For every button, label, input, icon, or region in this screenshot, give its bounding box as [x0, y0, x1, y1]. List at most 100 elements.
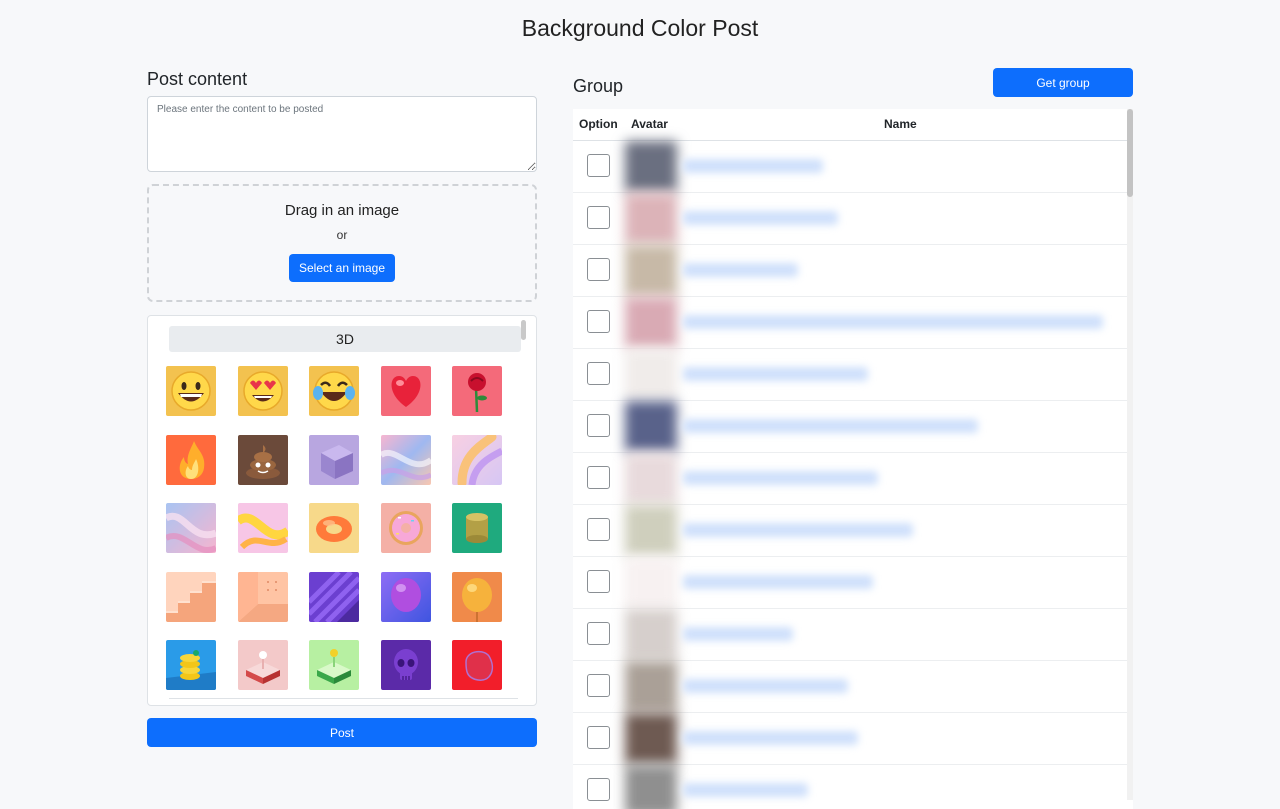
pastel-swirl-icon[interactable] [380, 434, 431, 485]
table-row [573, 505, 1133, 557]
post-content-input[interactable] [147, 96, 537, 172]
table-row [573, 557, 1133, 609]
avatar [625, 713, 677, 764]
post-content-heading: Post content [147, 69, 248, 89]
image-dropzone[interactable]: Drag in an image or Select an image [147, 184, 537, 302]
pink-platform-icon[interactable] [237, 640, 288, 690]
row-checkbox[interactable] [587, 518, 610, 541]
orange-torus-icon[interactable] [309, 503, 359, 553]
row-checkbox[interactable] [587, 570, 610, 593]
background-grid [166, 366, 506, 690]
table-row [573, 141, 1133, 193]
avatar [625, 193, 677, 244]
group-name [683, 419, 978, 433]
group-name [683, 523, 913, 537]
group-name [683, 159, 823, 173]
table-row [573, 765, 1133, 809]
table-row [573, 349, 1133, 401]
column-option: Option [579, 117, 618, 131]
column-avatar: Avatar [631, 117, 668, 131]
avatar [625, 245, 677, 296]
purple-skull-icon[interactable] [380, 640, 431, 690]
row-checkbox[interactable] [587, 674, 610, 697]
group-table-scrollbar[interactable] [1127, 109, 1133, 800]
avatar [625, 297, 677, 348]
avatar [625, 661, 677, 712]
table-row [573, 609, 1133, 661]
table-body [573, 141, 1133, 809]
group-name [683, 679, 848, 693]
red-heart-icon[interactable] [380, 366, 431, 416]
peach-stairs-icon[interactable] [166, 571, 216, 622]
peach-room-icon[interactable] [237, 571, 288, 622]
table-header: Option Avatar Name [573, 109, 1133, 141]
picker-divider [169, 698, 518, 699]
select-image-button[interactable]: Select an image [288, 254, 396, 282]
post-panel: Post content Drag in an image or Select … [147, 68, 537, 747]
group-name [683, 471, 878, 485]
row-checkbox[interactable] [587, 258, 610, 281]
avatar [625, 557, 677, 608]
orange-balloon-icon[interactable] [452, 571, 502, 622]
group-heading: Group [573, 76, 624, 96]
background-picker: 3D [147, 315, 537, 706]
table-row [573, 193, 1133, 245]
picker-scrollbar[interactable] [521, 320, 526, 340]
row-checkbox[interactable] [587, 362, 610, 385]
pastel-wave-icon[interactable] [166, 503, 216, 553]
row-checkbox[interactable] [587, 622, 610, 645]
group-name [683, 731, 858, 745]
avatar [625, 349, 677, 400]
category-header: 3D [169, 326, 521, 352]
group-name [683, 263, 798, 277]
table-row [573, 401, 1133, 453]
purple-balloon-icon[interactable] [380, 571, 431, 622]
dropzone-title: Drag in an image [284, 202, 400, 219]
avatar [625, 141, 677, 192]
get-group-button[interactable]: Get group [993, 68, 1133, 97]
avatar [625, 401, 677, 452]
row-checkbox[interactable] [587, 414, 610, 437]
row-checkbox[interactable] [587, 466, 610, 489]
table-row [573, 713, 1133, 765]
avatar [625, 609, 677, 660]
post-button[interactable]: Post [147, 718, 537, 747]
column-name: Name [884, 117, 917, 131]
row-checkbox[interactable] [587, 778, 610, 801]
avatar [625, 453, 677, 504]
avatar [625, 505, 677, 556]
grinning-face-icon[interactable] [166, 366, 216, 416]
dropzone-or-label: or [336, 228, 348, 242]
row-checkbox[interactable] [587, 726, 610, 749]
tears-of-joy-face-icon[interactable] [309, 366, 359, 416]
yellow-spring-icon[interactable] [166, 640, 216, 690]
purple-stripes-icon[interactable] [309, 571, 359, 622]
group-name [683, 315, 1103, 329]
gold-cylinder-icon[interactable] [452, 503, 502, 553]
table-row [573, 453, 1133, 505]
table-row [573, 245, 1133, 297]
avatar [625, 765, 677, 809]
rose-icon[interactable] [452, 366, 502, 416]
page-title: Background Color Post [521, 15, 759, 41]
donut-icon[interactable] [380, 503, 431, 553]
heart-eyes-face-icon[interactable] [237, 366, 288, 416]
group-name [683, 575, 873, 589]
fire-icon[interactable] [166, 434, 216, 485]
row-checkbox[interactable] [587, 310, 610, 333]
scrollbar-thumb[interactable] [1127, 109, 1133, 197]
row-checkbox[interactable] [587, 206, 610, 229]
table-row [573, 661, 1133, 713]
group-table: Option Avatar Name [573, 109, 1133, 809]
row-checkbox[interactable] [587, 154, 610, 177]
table-row [573, 297, 1133, 349]
purple-cube-icon[interactable] [309, 434, 359, 485]
pastel-tube-icon[interactable] [452, 434, 502, 485]
group-name [683, 783, 808, 797]
green-platform-icon[interactable] [309, 640, 359, 690]
pile-of-poo-icon[interactable] [237, 434, 288, 485]
red-blob-icon[interactable] [452, 640, 502, 690]
group-name [683, 367, 868, 381]
group-name [683, 627, 793, 641]
yellow-ribbon-icon[interactable] [237, 503, 288, 553]
